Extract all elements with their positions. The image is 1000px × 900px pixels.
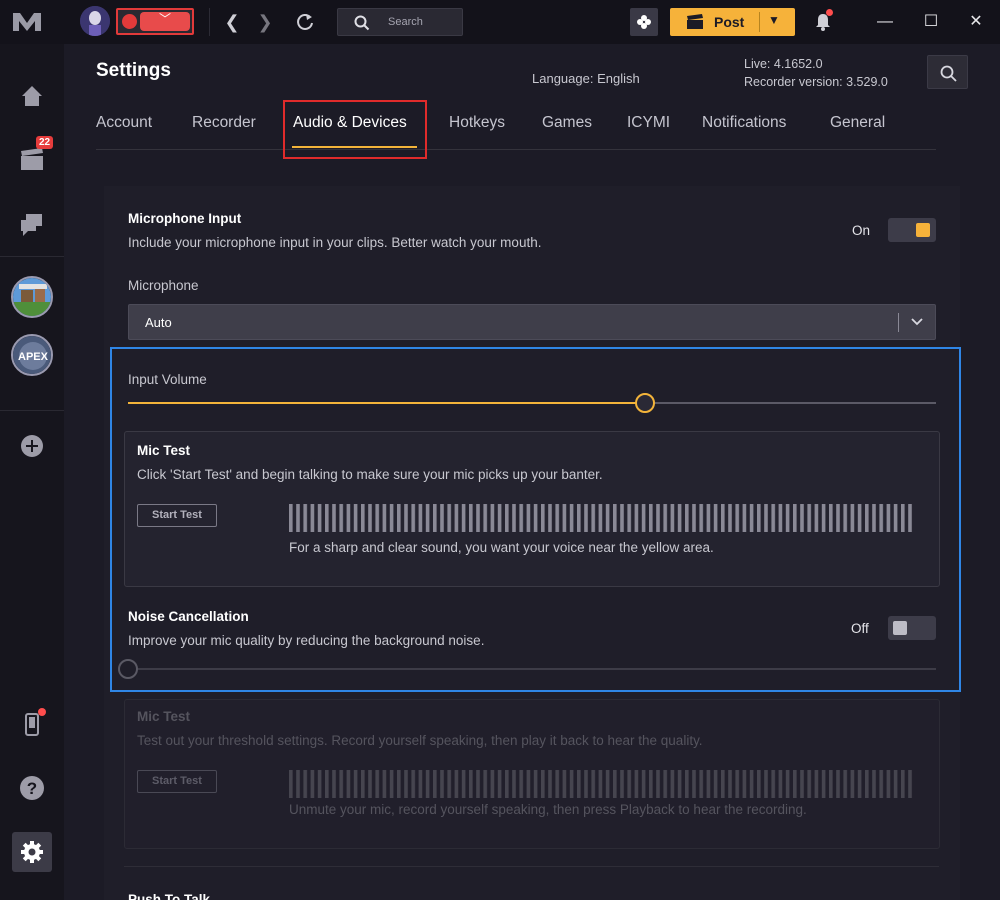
input-volume-track[interactable] <box>645 402 936 404</box>
mic-level-meter <box>289 504 913 532</box>
microphone-select[interactable]: Auto <box>128 304 936 340</box>
input-volume-slider-thumb[interactable] <box>635 393 656 413</box>
noise-threshold-track[interactable] <box>128 668 936 670</box>
page-title: Settings <box>96 60 171 81</box>
post-label: Post <box>714 14 745 30</box>
chevron-down-icon: ﹀ <box>140 12 190 31</box>
clips-icon[interactable]: 22 <box>16 136 54 176</box>
search-placeholder: Search <box>388 16 423 28</box>
forward-icon[interactable]: ❯ <box>256 12 274 32</box>
noise-cancellation-description: Improve your mic quality by reducing the… <box>128 633 485 648</box>
microphone-selected-value: Auto <box>145 315 172 330</box>
clapperboard-icon <box>687 14 703 29</box>
select-divider <box>898 313 899 332</box>
home-icon[interactable] <box>16 80 48 112</box>
settings-tabs: Account Recorder Audio & Devices Hotkeys… <box>96 100 936 150</box>
gamepad-icon <box>637 15 651 29</box>
svg-text:APEX: APEX <box>18 351 49 363</box>
mobile-app-icon[interactable] <box>16 708 48 740</box>
minimize-icon[interactable]: — <box>873 10 897 34</box>
back-icon[interactable]: ❮ <box>223 12 241 32</box>
search-icon <box>354 15 370 31</box>
microphone-input-description: Include your microphone input in your cl… <box>128 235 542 250</box>
input-volume-fill <box>128 402 646 404</box>
settings-search-button[interactable] <box>927 55 968 89</box>
notification-dot <box>826 9 833 16</box>
maximize-icon[interactable]: ☐ <box>919 10 943 34</box>
settings-gear-icon[interactable] <box>12 832 52 872</box>
tab-general[interactable]: General <box>830 114 885 132</box>
microphone-input-toggle[interactable] <box>888 218 936 242</box>
medal-logo-icon[interactable] <box>12 10 42 34</box>
record-status-toggle[interactable]: ﹀ <box>116 8 194 35</box>
threshold-start-test-button[interactable]: Start Test <box>137 770 217 793</box>
clips-count-badge: 22 <box>36 136 54 149</box>
microphone-label: Microphone <box>128 278 199 293</box>
tab-icymi[interactable]: ICYMI <box>627 114 670 132</box>
section-divider <box>124 866 939 867</box>
toggle-knob <box>893 621 907 635</box>
recorder-version: Recorder version: 3.529.0 <box>744 75 888 89</box>
svg-text:?: ? <box>27 779 37 798</box>
language-label[interactable]: Language: English <box>532 71 640 86</box>
tab-account[interactable]: Account <box>96 114 152 132</box>
input-volume-label: Input Volume <box>128 372 207 387</box>
threshold-test-hint: Unmute your mic, record yourself speakin… <box>289 802 807 817</box>
tab-notifications[interactable]: Notifications <box>702 114 786 132</box>
threshold-test-title: Mic Test <box>137 709 191 724</box>
active-tab-outline <box>283 100 427 159</box>
post-split-divider <box>759 12 760 32</box>
tab-hotkeys[interactable]: Hotkeys <box>449 114 505 132</box>
add-game-icon[interactable] <box>16 430 48 462</box>
start-test-button[interactable]: Start Test <box>137 504 217 527</box>
chevron-down-icon <box>911 318 923 326</box>
toggle-knob <box>916 223 930 237</box>
mic-test-hint: For a sharp and clear sound, you want yo… <box>289 540 714 555</box>
sidebar-divider <box>0 410 64 411</box>
microphone-input-state: On <box>852 223 871 238</box>
tab-games[interactable]: Games <box>542 114 592 132</box>
user-avatar[interactable] <box>80 6 110 36</box>
nav-divider <box>209 8 210 36</box>
noise-threshold-slider-thumb[interactable] <box>118 659 138 679</box>
game-minecraft-icon[interactable] <box>11 276 53 318</box>
version-info: Live: 4.1652.0 Recorder version: 3.529.0 <box>744 55 888 91</box>
mic-test-description: Click 'Start Test' and begin talking to … <box>137 467 603 482</box>
search-input[interactable]: Search <box>337 8 463 36</box>
record-dot-icon <box>122 14 137 29</box>
threshold-test-description: Test out your threshold settings. Record… <box>137 733 703 748</box>
search-icon <box>940 65 957 82</box>
sidebar: 22 APEX ? <box>0 44 64 900</box>
tab-recorder[interactable]: Recorder <box>192 114 256 132</box>
help-icon[interactable]: ? <box>16 772 48 804</box>
microphone-input-title: Microphone Input <box>128 211 242 226</box>
push-to-talk-title: Push To Talk <box>128 892 211 900</box>
title-bar: ﹀ ❮ ❯ Search Post ▼ — ☐ ✕ <box>0 0 1000 44</box>
noise-cancellation-title: Noise Cancellation <box>128 609 249 624</box>
noise-cancellation-toggle[interactable] <box>888 616 936 640</box>
noise-cancellation-state: Off <box>851 621 869 636</box>
sidebar-divider <box>0 256 64 257</box>
chat-icon[interactable] <box>16 208 48 240</box>
post-button[interactable]: Post ▼ <box>670 8 795 36</box>
game-apex-icon[interactable]: APEX <box>11 334 53 376</box>
refresh-icon[interactable] <box>295 12 315 32</box>
notifications-bell-icon[interactable] <box>814 9 833 32</box>
close-icon[interactable]: ✕ <box>964 10 988 34</box>
live-version: Live: 4.1652.0 <box>744 57 823 71</box>
threshold-level-meter <box>289 770 913 798</box>
post-dropdown-icon[interactable]: ▼ <box>768 13 780 27</box>
gamepad-button[interactable] <box>630 8 658 36</box>
mic-test-title: Mic Test <box>137 443 191 458</box>
